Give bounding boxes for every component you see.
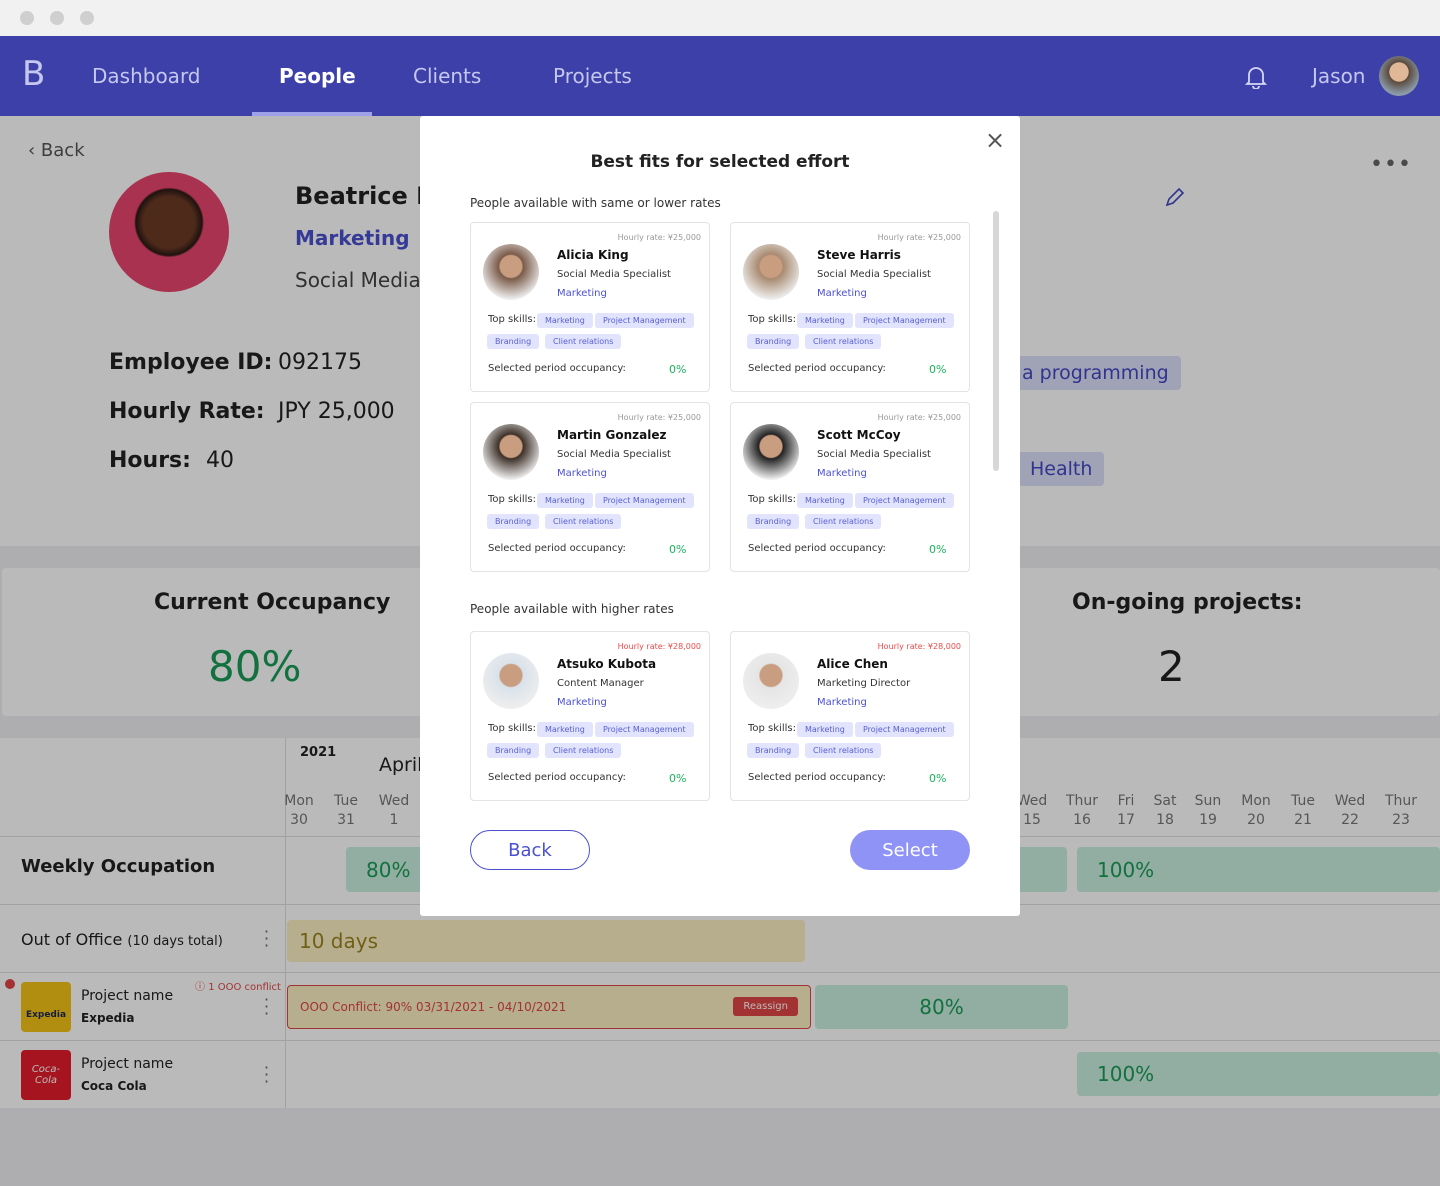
hourly-rate: Hourly rate: ¥28,000 bbox=[617, 642, 701, 651]
person-avatar bbox=[483, 653, 539, 709]
skill-chip: Project Management bbox=[595, 722, 694, 737]
nav-dashboard[interactable]: Dashboard bbox=[92, 64, 201, 88]
person-card[interactable]: Hourly rate: ¥25,000 Martin Gonzalez Soc… bbox=[470, 402, 710, 572]
occupancy-value: 0% bbox=[669, 772, 687, 785]
skill-chip: Client relations bbox=[805, 514, 882, 529]
top-skills-label: Top skills: bbox=[488, 314, 536, 325]
person-card[interactable]: Hourly rate: ¥25,000 Alicia King Social … bbox=[470, 222, 710, 392]
person-avatar bbox=[743, 424, 799, 480]
occupancy-value: 0% bbox=[929, 363, 947, 376]
skill-chip: Project Management bbox=[855, 493, 954, 508]
top-nav: B Dashboard People Clients Projects Jaso… bbox=[0, 36, 1440, 116]
user-avatar[interactable] bbox=[1379, 56, 1419, 96]
person-department: Marketing bbox=[817, 468, 867, 479]
person-department: Marketing bbox=[817, 697, 867, 708]
person-avatar bbox=[483, 244, 539, 300]
person-name: Martin Gonzalez bbox=[557, 428, 667, 442]
window-minimize-dot[interactable] bbox=[50, 11, 64, 25]
person-name: Alice Chen bbox=[817, 657, 888, 671]
person-card[interactable]: Hourly rate: ¥28,000 Atsuko Kubota Conte… bbox=[470, 631, 710, 801]
scrollbar[interactable] bbox=[993, 211, 999, 471]
user-name[interactable]: Jason bbox=[1312, 64, 1366, 88]
hourly-rate: Hourly rate: ¥28,000 bbox=[877, 642, 961, 651]
skill-chip: Client relations bbox=[545, 334, 622, 349]
person-card[interactable]: Hourly rate: ¥25,000 Steve Harris Social… bbox=[730, 222, 970, 392]
skill-chip: Marketing bbox=[537, 722, 593, 737]
skill-chip: Branding bbox=[487, 514, 540, 529]
person-avatar bbox=[743, 244, 799, 300]
skill-chip: Marketing bbox=[797, 722, 853, 737]
top-skills-label: Top skills: bbox=[488, 494, 536, 505]
top-skills-label: Top skills: bbox=[748, 494, 796, 505]
modal-title: Best fits for selected effort bbox=[590, 152, 850, 172]
window-maximize-dot[interactable] bbox=[80, 11, 94, 25]
section-higher-rates: People available with higher rates bbox=[470, 602, 674, 616]
person-department: Marketing bbox=[557, 697, 607, 708]
nav-people[interactable]: People bbox=[279, 64, 356, 88]
select-button[interactable]: Select bbox=[850, 830, 970, 870]
top-skills-label: Top skills: bbox=[748, 723, 796, 734]
occupancy-label: Selected period occupancy: bbox=[748, 363, 886, 374]
skill-chip: Client relations bbox=[545, 743, 622, 758]
occupancy-label: Selected period occupancy: bbox=[748, 772, 886, 783]
person-role: Social Media Specialist bbox=[557, 449, 671, 460]
best-fits-modal: Best fits for selected effort × People a… bbox=[420, 116, 1020, 916]
person-role: Marketing Director bbox=[817, 678, 911, 689]
person-name: Scott McCoy bbox=[817, 428, 901, 442]
nav-projects[interactable]: Projects bbox=[553, 64, 632, 88]
occupancy-label: Selected period occupancy: bbox=[488, 363, 626, 374]
hourly-rate: Hourly rate: ¥25,000 bbox=[877, 233, 961, 242]
skill-chip: Project Management bbox=[855, 313, 954, 328]
top-skills-label: Top skills: bbox=[488, 723, 536, 734]
skill-chip: Project Management bbox=[855, 722, 954, 737]
occupancy-value: 0% bbox=[669, 543, 687, 556]
skill-chip: Client relations bbox=[805, 334, 882, 349]
bell-icon[interactable] bbox=[1245, 65, 1267, 89]
occupancy-value: 0% bbox=[929, 543, 947, 556]
skill-chip: Client relations bbox=[805, 743, 882, 758]
close-icon[interactable]: × bbox=[985, 126, 1005, 154]
skill-chip: Marketing bbox=[797, 313, 853, 328]
hourly-rate: Hourly rate: ¥25,000 bbox=[617, 413, 701, 422]
skill-chip: Branding bbox=[747, 334, 800, 349]
skill-chip: Marketing bbox=[797, 493, 853, 508]
person-department: Marketing bbox=[817, 288, 867, 299]
occupancy-label: Selected period occupancy: bbox=[748, 543, 886, 554]
nav-clients[interactable]: Clients bbox=[413, 64, 481, 88]
skill-chip: Branding bbox=[487, 334, 540, 349]
skill-chip: Client relations bbox=[545, 514, 622, 529]
occupancy-label: Selected period occupancy: bbox=[488, 772, 626, 783]
person-name: Alicia King bbox=[557, 248, 629, 262]
person-avatar bbox=[743, 653, 799, 709]
occupancy-value: 0% bbox=[669, 363, 687, 376]
hourly-rate: Hourly rate: ¥25,000 bbox=[617, 233, 701, 242]
skill-chip: Branding bbox=[747, 743, 800, 758]
skill-chip: Project Management bbox=[595, 313, 694, 328]
skill-chip: Project Management bbox=[595, 493, 694, 508]
skill-chip: Marketing bbox=[537, 493, 593, 508]
logo[interactable]: B bbox=[22, 54, 45, 94]
person-avatar bbox=[483, 424, 539, 480]
person-name: Atsuko Kubota bbox=[557, 657, 657, 671]
browser-chrome bbox=[0, 0, 1440, 36]
person-department: Marketing bbox=[557, 288, 607, 299]
person-role: Social Media Specialist bbox=[817, 269, 931, 280]
occupancy-label: Selected period occupancy: bbox=[488, 543, 626, 554]
person-card[interactable]: Hourly rate: ¥28,000 Alice Chen Marketin… bbox=[730, 631, 970, 801]
skill-chip: Marketing bbox=[537, 313, 593, 328]
section-same-rates: People available with same or lower rate… bbox=[470, 196, 721, 210]
window-close-dot[interactable] bbox=[20, 11, 34, 25]
occupancy-value: 0% bbox=[929, 772, 947, 785]
person-role: Social Media Specialist bbox=[817, 449, 931, 460]
skill-chip: Branding bbox=[487, 743, 540, 758]
person-role: Social Media Specialist bbox=[557, 269, 671, 280]
top-skills-label: Top skills: bbox=[748, 314, 796, 325]
person-department: Marketing bbox=[557, 468, 607, 479]
back-button[interactable]: Back bbox=[470, 830, 590, 870]
skill-chip: Branding bbox=[747, 514, 800, 529]
person-card[interactable]: Hourly rate: ¥25,000 Scott McCoy Social … bbox=[730, 402, 970, 572]
person-role: Content Manager bbox=[557, 678, 644, 689]
person-name: Steve Harris bbox=[817, 248, 901, 262]
hourly-rate: Hourly rate: ¥25,000 bbox=[877, 413, 961, 422]
